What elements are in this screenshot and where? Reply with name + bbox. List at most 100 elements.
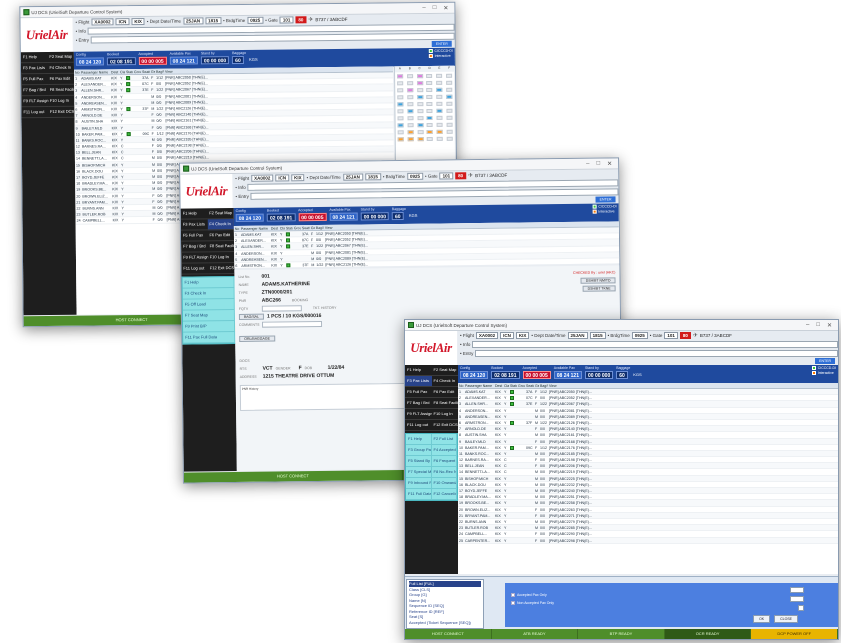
gate-field[interactable]: 101 — [439, 172, 454, 180]
comments-field[interactable] — [262, 320, 323, 328]
fkey-seat-map[interactable]: F2 Seat Map — [47, 51, 74, 64]
fkey-log-out[interactable]: F11 Log out — [181, 263, 208, 275]
fkey-check-in[interactable]: F4 Check In — [207, 219, 234, 231]
fkey-help[interactable]: F1 Help — [180, 208, 208, 220]
brdg-time-field[interactable]: 0925 — [247, 16, 264, 24]
fkey-help[interactable]: F1 Help — [20, 52, 48, 64]
destination-field[interactable]: KIX — [131, 17, 145, 26]
dsh-tkne-button[interactable]: DSH/BT TKNE — [582, 285, 616, 292]
origin-field[interactable]: ICN — [115, 18, 130, 26]
cicccd-check[interactable]: CICCCD-DI — [428, 49, 453, 54]
sub-seat-map[interactable]: F7 Seat Map — [182, 310, 235, 322]
interactive-check[interactable]: Interactive — [428, 54, 453, 59]
brdg-time-field[interactable]: 0925 — [406, 172, 424, 180]
dep-date-field[interactable]: 25JAN — [342, 173, 363, 181]
minimize-button[interactable]: – — [806, 322, 809, 329]
entry-field[interactable] — [90, 32, 455, 44]
close-dialog-button[interactable]: CLOSE — [774, 615, 798, 623]
sub-stand-by[interactable]: F5 Stand By — [406, 456, 432, 467]
fkey-pax-edit[interactable]: F6 Pax Edit — [431, 387, 458, 398]
entry-field[interactable] — [475, 350, 838, 357]
origin-field[interactable]: ICN — [500, 332, 514, 339]
list-type-listbox[interactable]: Full List [FUL] Class [CLS] Group [G] Na… — [406, 579, 484, 629]
dep-time-field[interactable]: 1815 — [589, 332, 606, 339]
sub-full-data[interactable]: F11 Full Data — [406, 489, 432, 500]
sub-onward-flt[interactable]: F10 Onward/Transfer FLT — [431, 478, 457, 489]
fkey-pax-edit[interactable]: F6 Pax Edit — [207, 230, 235, 242]
fkey-bag-brd[interactable]: F7 Bag / Brd — [181, 241, 208, 253]
orl-baggage-button[interactable]: ORL/BAGGAGE — [239, 335, 275, 342]
brdg-time-field[interactable]: 0925 — [631, 332, 648, 339]
cicccd-check[interactable]: CICCCD-DI — [811, 366, 836, 370]
fkey-log-in[interactable]: F10 Log In — [431, 409, 458, 420]
fkey-exit-dcs[interactable]: F12 Exit DCS — [207, 263, 235, 275]
interactive-check[interactable]: Interactive — [592, 209, 616, 214]
sub-frequent[interactable]: F6 Frequent — [431, 456, 457, 467]
accepted-only-option[interactable]: Accepted Pax Only — [511, 593, 838, 597]
sub-help[interactable]: F1 Help — [182, 277, 235, 289]
flight-number-field[interactable]: XA0002 — [251, 174, 274, 182]
destination-field[interactable]: KIX — [515, 332, 530, 339]
close-button[interactable]: ✕ — [607, 160, 612, 167]
close-button[interactable]: ✕ — [443, 4, 448, 11]
fkey-pax-lists[interactable]: F3 Pax Lists — [180, 219, 208, 231]
fkey-check-in[interactable]: F4 Check In — [431, 376, 458, 387]
fkey-pax-lists[interactable]: F3 Pax Lists — [405, 376, 432, 387]
fkey-check-in[interactable]: F4 Check In — [47, 62, 75, 74]
fkey-exit-dcs[interactable]: F12 Exit DCS — [431, 420, 458, 431]
sub-group-pax[interactable]: F3 Group Pax — [406, 445, 432, 456]
flight-number-field[interactable]: XA0002 — [91, 18, 114, 26]
maximize-button[interactable]: □ — [433, 4, 437, 11]
sub-off-load[interactable]: F5 Off Load — [182, 299, 235, 311]
sub-accepted[interactable]: F4 Accepted — [431, 445, 457, 456]
dsh-nm-button[interactable]: DSH/BT NM/TD — [580, 277, 616, 284]
minimize-button[interactable]: – — [422, 5, 425, 12]
sub-cancel-menu[interactable]: F12 Cancel/menu — [431, 489, 457, 500]
sub-help[interactable]: F1 Help — [406, 434, 432, 445]
fkey-seat-facility[interactable]: F8 Seat Facility — [431, 398, 458, 409]
fqtv-field[interactable] — [261, 305, 302, 312]
maximize-button[interactable]: □ — [596, 160, 600, 167]
fkey-log-in[interactable]: F10 Log In — [207, 252, 235, 264]
gate-field[interactable]: 101 — [664, 332, 678, 339]
fkey-pax-edit[interactable]: F6 Pax Edit — [47, 73, 75, 85]
minimize-button[interactable]: – — [586, 160, 589, 167]
fkey-log-out[interactable]: F11 Log out — [21, 106, 49, 119]
fkey-log-in[interactable]: F10 Log In — [47, 95, 75, 107]
sub-print-bp[interactable]: F9 Print B/P — [182, 321, 236, 333]
sub-special-meal[interactable]: F7 Special Meal — [406, 467, 432, 478]
flight-number-field[interactable]: XA0002 — [475, 332, 499, 339]
sub-check-in[interactable]: F3 Check In — [182, 288, 235, 300]
fkey-help[interactable]: F1 Help — [405, 365, 432, 376]
cicccd-check[interactable]: CICCCD-DI — [592, 204, 617, 209]
enter-button[interactable]: ENTER — [595, 196, 616, 203]
dep-time-field[interactable]: 1815 — [364, 173, 381, 181]
destination-field[interactable]: KIX — [291, 174, 305, 182]
fkey-full-pax[interactable]: F5 Full Pax — [405, 387, 432, 398]
interactive-check[interactable]: Interactive — [811, 371, 836, 375]
fkey-exit-dcs[interactable]: F12 Exit DCS — [47, 106, 75, 118]
fkey-full-pax[interactable]: F5 Full Pax — [180, 230, 208, 242]
sub-no-rec-no-show[interactable]: F8 No-Rec No-Show — [431, 467, 457, 478]
ok-button[interactable]: OK — [753, 615, 771, 623]
fkey-seat-facility[interactable]: F8 Seat Facility — [47, 84, 75, 96]
dep-date-field[interactable]: 25JAN — [183, 17, 204, 25]
origin-field[interactable]: ICN — [275, 174, 290, 182]
fkey-seat-facility[interactable]: F8 Seat Facility — [207, 241, 235, 253]
filter-input-2[interactable] — [790, 596, 804, 602]
table-row[interactable]: 25 CARPENTER... KIX Y F 0/0 [PNR] ABC2298 [THN… — [458, 537, 838, 544]
close-button[interactable]: ✕ — [827, 322, 832, 329]
fkey-flt-assign[interactable]: F9 FLT Assign — [405, 409, 432, 420]
fkey-seat-map[interactable]: F2 Seat Map — [207, 208, 234, 220]
enter-button[interactable]: ENTER — [815, 358, 835, 364]
fkey-log-out[interactable]: F11 Log out — [405, 420, 432, 431]
fkey-full-pax[interactable]: F5 Full Pax — [21, 73, 48, 86]
gate-field[interactable]: 101 — [279, 16, 294, 24]
sub-full-list[interactable]: F2 Full List — [431, 434, 457, 445]
sub-pax-full-data[interactable]: F11 Pax Full Data — [183, 332, 236, 344]
fkey-bag-brd[interactable]: F7 Bag / Brd — [405, 398, 432, 409]
non-accepted-only-option[interactable]: Non Accepted Pax Only — [511, 601, 838, 605]
sub-inbound-flt[interactable]: F9 Inbound FLT — [406, 478, 432, 489]
info-field[interactable] — [472, 341, 838, 348]
filter-input-1[interactable] — [790, 587, 804, 593]
